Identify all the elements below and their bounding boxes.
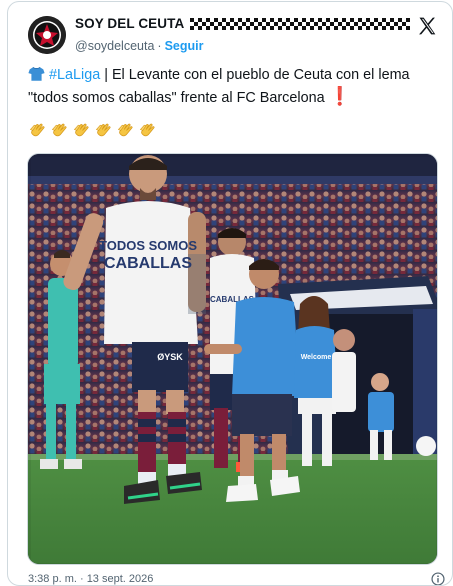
- follow-button[interactable]: Seguir: [165, 39, 204, 53]
- display-name[interactable]: SOY DEL CEUTA: [75, 16, 184, 31]
- shorts-sponsor: ØYSK: [157, 352, 183, 362]
- clapping-hands-icon: [116, 121, 135, 140]
- shirt-slogan-line1: TODOS SOMOS: [99, 238, 197, 253]
- separator-dot: ·: [157, 39, 162, 53]
- handle[interactable]: @soydelceuta: [75, 39, 154, 53]
- handle-row: @soydelceuta · Seguir: [75, 39, 203, 53]
- tweet-text: #LaLiga | El Levante con el pueblo de Ce…: [28, 65, 428, 109]
- clapping-hands-icon: [94, 121, 113, 140]
- clapping-hands-icon: [72, 121, 91, 140]
- author-name-row[interactable]: SOY DEL CEUTA: [75, 16, 411, 31]
- checkered-flag-icon: [190, 17, 411, 30]
- clapping-hands-icon: [50, 121, 69, 140]
- stadium-photo: TODOS SOMOS CABALLAS ØYSK CABALLAS Welco…: [28, 154, 437, 564]
- pitch: [28, 454, 437, 564]
- clapping-hands-icon: [138, 121, 157, 140]
- exclamation-icon: ❗: [328, 86, 351, 106]
- x-logo-icon[interactable]: [417, 16, 437, 36]
- clap-emoji-row: [28, 121, 160, 145]
- tweet-photo[interactable]: TODOS SOMOS CABALLAS ØYSK CABALLAS Welco…: [27, 153, 438, 565]
- clapping-hands-icon: [28, 121, 47, 140]
- tshirt-icon: [28, 66, 45, 81]
- kid-shirt-text: Welcome: [301, 354, 332, 361]
- info-icon[interactable]: [431, 572, 445, 586]
- avatar[interactable]: [28, 16, 66, 54]
- hashtag-link[interactable]: #LaLiga: [49, 67, 100, 83]
- shirt-slogan-line2: CABALLAS: [104, 255, 192, 272]
- avatar-logo: [28, 16, 66, 54]
- tweet-card: SOY DEL CEUTA @soydelceuta · Seguir #LaLig…: [7, 1, 453, 586]
- tweet-timestamp[interactable]: 3:38 p. m. · 13 sept. 2026: [28, 573, 153, 585]
